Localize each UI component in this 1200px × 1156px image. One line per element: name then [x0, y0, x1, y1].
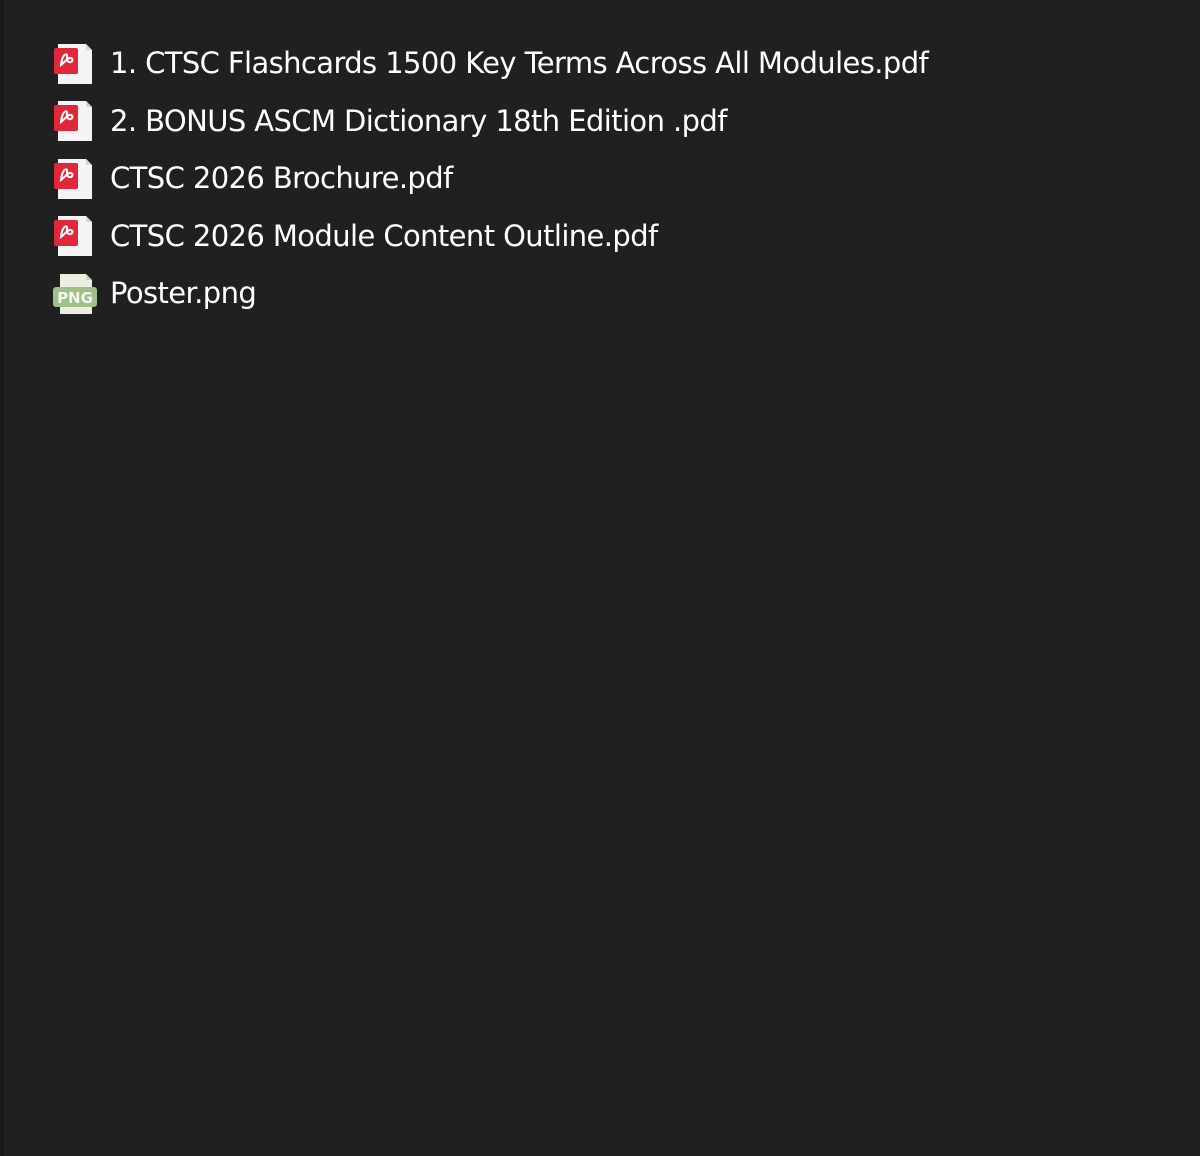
pdf-file-icon	[52, 98, 98, 144]
file-name: Poster.png	[110, 276, 257, 311]
file-name: CTSC 2026 Brochure.pdf	[110, 161, 453, 196]
file-item-flashcards-pdf[interactable]: 1. CTSC Flashcards 1500 Key Terms Across…	[52, 35, 929, 93]
file-name: 2. BONUS ASCM Dictionary 18th Edition .p…	[110, 103, 727, 138]
file-item-module-outline-pdf[interactable]: CTSC 2026 Module Content Outline.pdf	[52, 208, 928, 266]
pane-divider	[0, 0, 4, 1156]
svg-text:PNG: PNG	[57, 289, 93, 307]
file-item-poster-png[interactable]: PNG Poster.png	[52, 265, 928, 323]
file-item-dictionary-pdf[interactable]: 2. BONUS ASCM Dictionary 18th Edition .p…	[52, 93, 928, 151]
file-list: 1. CTSC Flashcards 1500 Key Terms Across…	[52, 35, 929, 323]
png-file-icon: PNG	[52, 271, 98, 317]
pdf-file-icon	[52, 213, 98, 259]
file-item-brochure-pdf[interactable]: CTSC 2026 Brochure.pdf	[52, 150, 928, 208]
pdf-file-icon	[52, 41, 98, 87]
file-explorer-pane: 1. CTSC Flashcards 1500 Key Terms Across…	[0, 0, 1200, 1156]
file-name: CTSC 2026 Module Content Outline.pdf	[110, 218, 658, 253]
file-name: 1. CTSC Flashcards 1500 Key Terms Across…	[110, 46, 929, 81]
pdf-file-icon	[52, 156, 98, 202]
